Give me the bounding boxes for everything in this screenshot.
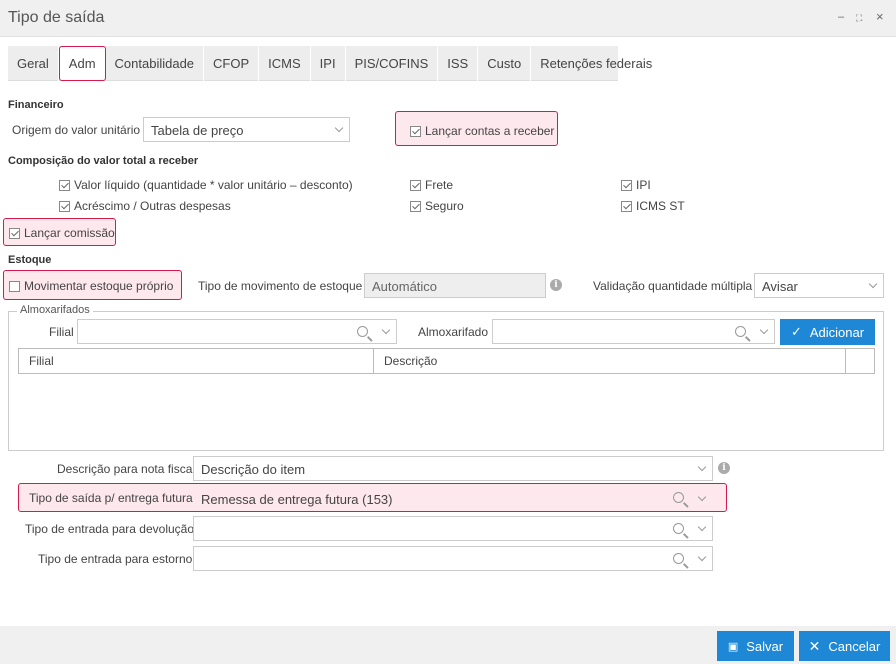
column-descricao[interactable]: Descrição [374,349,846,373]
lancar-contas-checkbox[interactable]: Lançar contas a receber [410,124,554,138]
seguro-checkbox[interactable]: Seguro [410,199,464,213]
origem-value: Tabela de preço [151,123,244,138]
checkbox-checked-icon [59,200,70,212]
window-title: Tipo de saída [8,9,105,26]
almoxarifados-legend: Almoxarifados [17,304,93,316]
cancel-button[interactable]: ✕ Cancelar [799,631,890,661]
chevron-down-icon[interactable] [697,522,707,532]
chevron-down-icon[interactable] [759,325,769,335]
lancar-comissao-checkbox[interactable]: Lançar comissão [9,226,115,240]
devolucao-label: Tipo de entrada para devolução [25,522,195,536]
section-estoque: Estoque [8,254,52,266]
search-icon[interactable] [673,523,684,534]
maximize-icon[interactable]: ⛶ [856,13,862,24]
minimize-icon[interactable]: – [838,11,844,23]
movimentar-estoque-checkbox[interactable]: Movimentar estoque próprio [9,279,173,293]
valor-liquido-checkbox[interactable]: Valor líquido (quantidade * valor unitár… [59,178,353,192]
checkbox-checked-icon [410,200,421,212]
section-financeiro: Financeiro [8,99,64,111]
tab-contabilidade[interactable]: Contabilidade [106,46,205,81]
chevron-down-icon[interactable] [381,325,391,335]
acrescimo-checkbox[interactable]: Acréscimo / Outras despesas [59,199,231,213]
checkbox-unchecked-icon [9,280,20,292]
save-button[interactable]: ▣ Salvar [717,631,794,661]
origem-label: Origem do valor unitário [12,123,141,137]
title-bar: Tipo de saída – ⛶ × [0,0,896,37]
almoxarifado-label: Almoxarifado [418,325,489,339]
chevron-down-icon[interactable] [697,552,707,562]
ipi-checkbox[interactable]: IPI [621,178,651,192]
chevron-down-icon [334,123,344,133]
tipo-mov-field: Automático [364,273,546,298]
checkbox-checked-icon [410,179,421,191]
entrega-futura-input[interactable]: Remessa de entrega futura (153) [193,486,713,510]
floppy-disk-icon: ▣ [727,640,739,653]
filial-input[interactable] [77,319,397,344]
filial-label: Filial [49,325,74,339]
validacao-label: Validação quantidade múltipla [593,279,753,293]
search-icon[interactable] [673,553,684,564]
entrega-futura-label: Tipo de saída p/ entrega futura [29,491,193,505]
checkbox-checked-icon [9,227,20,239]
almoxarifados-grid-header: Filial Descrição [18,348,875,374]
checkbox-checked-icon [621,179,632,191]
almoxarifado-input[interactable] [492,319,775,344]
origem-select[interactable]: Tabela de preço [143,117,350,142]
icms-st-checkbox[interactable]: ICMS ST [621,199,685,213]
search-icon[interactable] [673,492,684,503]
tab-pis-cofins[interactable]: PIS/COFINS [346,46,439,81]
search-icon[interactable] [357,326,368,337]
tab-retencoes-federais[interactable]: Retenções federais [531,46,663,81]
tab-bar: Geral Adm Contabilidade CFOP ICMS IPI PI… [8,46,663,81]
descricao-nota-label: Descrição para nota fiscal [57,462,196,476]
tab-custo[interactable]: Custo [478,46,532,81]
chevron-down-icon [868,279,878,289]
chevron-down-icon[interactable] [697,492,707,502]
validacao-select[interactable]: Avisar [754,273,884,298]
search-icon[interactable] [735,326,746,337]
close-icon[interactable]: × [876,9,884,24]
tab-icms[interactable]: ICMS [259,46,311,81]
add-almoxarifado-button[interactable]: ✓ Adicionar [780,319,875,345]
validacao-value: Avisar [762,279,798,294]
close-icon: ✕ [808,637,821,654]
tab-cfop[interactable]: CFOP [204,46,260,81]
checkbox-checked-icon [410,125,421,137]
tab-geral[interactable]: Geral [8,46,59,81]
info-icon: i [550,279,562,291]
estorno-input[interactable] [193,546,713,571]
chevron-down-icon [697,462,707,472]
tipo-mov-label: Tipo de movimento de estoque [198,279,363,293]
checkmark-icon: ✓ [790,324,802,339]
descricao-nota-select[interactable]: Descrição do item [193,456,713,481]
column-filial[interactable]: Filial [19,349,374,373]
estorno-label: Tipo de entrada para estorno [38,552,193,566]
tab-iss[interactable]: ISS [438,46,479,81]
tab-adm[interactable]: Adm [58,46,106,81]
info-icon: i [718,462,730,474]
section-composicao: Composição do valor total a receber [8,155,199,167]
devolucao-input[interactable] [193,516,713,541]
checkbox-checked-icon [621,200,632,212]
tab-ipi[interactable]: IPI [311,46,346,81]
frete-checkbox[interactable]: Frete [410,178,453,192]
checkbox-checked-icon [59,179,70,191]
